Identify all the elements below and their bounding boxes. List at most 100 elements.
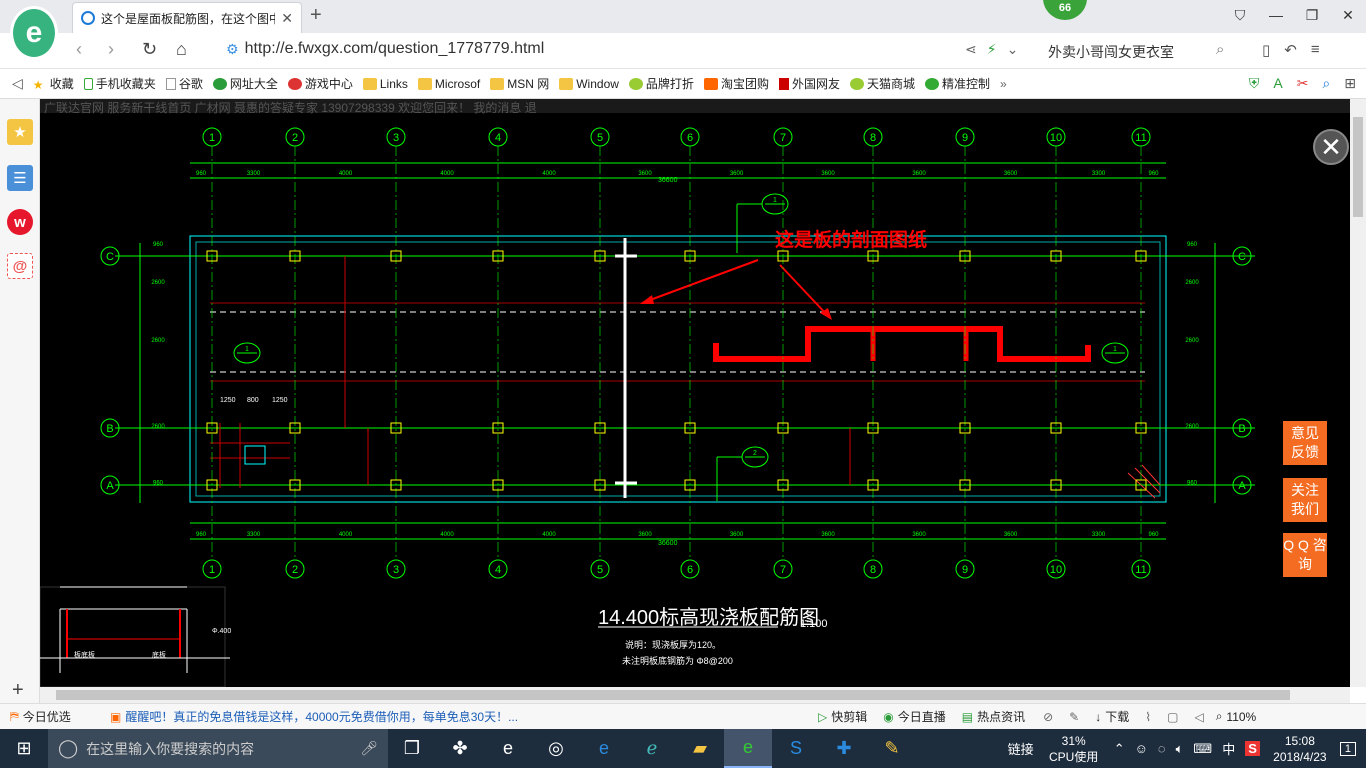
bookmark-item[interactable]: Microsof <box>417 77 480 91</box>
vertical-scrollbar[interactable] <box>1350 99 1366 687</box>
list-icon[interactable]: ☰ <box>7 165 33 191</box>
badge-counter[interactable]: 66 <box>1043 0 1087 20</box>
feedback-button[interactable]: 意见 反馈 <box>1283 421 1327 465</box>
minimize-icon[interactable]: — <box>1258 0 1294 30</box>
bookmark-item[interactable]: 天猫商城 <box>849 75 915 92</box>
search-input[interactable]: 外卖小哥闯女更衣室 <box>1048 42 1174 62</box>
sogou-icon[interactable]: S <box>772 729 820 768</box>
windows-start-button[interactable]: ⊞ <box>0 729 48 768</box>
status-item-download[interactable]: ↓ 下载 <box>1095 708 1129 725</box>
translate-icon[interactable]: A <box>1273 75 1282 92</box>
taskbar-search[interactable]: ◯ 在这里输入你要搜索的内容 🎤︎ <box>48 729 388 768</box>
mic-icon[interactable]: 🎤︎ <box>360 740 378 757</box>
site-settings-icon[interactable]: ⚙ <box>226 41 239 58</box>
wifi-icon[interactable]: ◌ <box>1158 741 1166 756</box>
news-ticker[interactable]: ▣ 醒醒吧！真正的免息借钱是这样，40000元免费借你用，每单免息30天！... <box>110 708 810 725</box>
qq-consult-button[interactable]: Q Q 咨询 <box>1283 533 1327 577</box>
grid-number-top: 9 <box>962 132 968 144</box>
tray-links[interactable]: 链接 <box>1008 739 1034 758</box>
follow-us-button[interactable]: 关注 我们 <box>1283 478 1327 522</box>
search-tool-icon[interactable]: ⌕ <box>1322 75 1330 92</box>
lightning-icon[interactable]: ⚡ <box>987 41 997 58</box>
back-icon[interactable]: ‹ <box>76 39 82 60</box>
mail-icon[interactable]: @ <box>7 253 33 279</box>
bookmark-toggle-icon[interactable]: ◁ <box>12 75 23 92</box>
tab-active[interactable]: 这个是屋面板配筋图，在这个图中 ✕ <box>72 2 302 33</box>
bookmark-item[interactable]: ★ 收藏 <box>33 75 74 92</box>
ime-lang[interactable]: 中 <box>1222 739 1235 758</box>
bookmark-item[interactable]: 手机收藏夹 <box>83 75 156 92</box>
lightbox-close-button[interactable]: ✕ <box>1313 129 1349 165</box>
horizontal-scrollbar[interactable] <box>40 687 1350 703</box>
refresh-icon[interactable]: ↻ <box>142 39 157 60</box>
home-icon[interactable]: ⌂ <box>176 39 187 60</box>
edge-icon[interactable]: e <box>484 729 532 768</box>
chevron-down-icon[interactable]: ⌄ <box>1007 41 1019 58</box>
new-tab-icon[interactable]: + <box>310 4 322 27</box>
brush-icon[interactable]: ⌇ <box>1145 710 1151 724</box>
add-sidebar-icon[interactable]: + <box>12 679 24 702</box>
window-close-icon[interactable]: ✕ <box>1330 0 1366 30</box>
favorites-icon[interactable]: ★ <box>7 119 33 145</box>
top-dimension: 3600 <box>638 171 652 177</box>
bookmark-item[interactable]: Links <box>362 77 408 91</box>
undo-icon[interactable]: ↶ <box>1284 41 1297 59</box>
people-icon[interactable]: ☺ <box>1135 741 1148 756</box>
shirt-icon[interactable]: ⛉ <box>1222 0 1258 30</box>
search-icon[interactable]: ⌕ <box>1216 41 1224 58</box>
fan-app-icon[interactable]: ✤ <box>436 729 484 768</box>
bookmark-item[interactable]: 网址大全 <box>212 75 278 92</box>
sogou-ime-icon[interactable]: S <box>1245 741 1260 756</box>
tab-close-icon[interactable]: ✕ <box>281 10 293 27</box>
task-view-icon[interactable]: ❐ <box>388 729 436 768</box>
share-icon[interactable]: ⋖ <box>965 41 977 58</box>
compass-icon[interactable]: ⊘ <box>1043 710 1053 724</box>
zoom-level[interactable]: ⌕ 110% <box>1216 709 1257 724</box>
local-dim-1: 1250 <box>220 397 236 404</box>
keyboard-icon[interactable]: ⌨ <box>1193 741 1212 757</box>
ie-blue-icon[interactable]: ℯ <box>628 729 676 768</box>
url-field[interactable]: ⚙ http://e.fwxgx.com/question_1778779.ht… <box>226 40 544 58</box>
grid-icon[interactable]: ⊞ <box>1344 75 1356 92</box>
volume-icon[interactable]: 🔈︎ <box>1176 741 1184 757</box>
vertical-scroll-thumb[interactable] <box>1353 117 1363 217</box>
cpu-meter[interactable]: 31% CPU使用 <box>1044 733 1104 765</box>
ie-icon[interactable]: e <box>580 729 628 768</box>
more-bookmarks-icon[interactable]: » <box>1000 77 1007 91</box>
window-icon[interactable]: ▢ <box>1167 710 1178 724</box>
weibo-icon[interactable]: w <box>7 209 33 235</box>
status-item-live[interactable]: ◉ 今日直播 <box>883 708 946 725</box>
speaker-icon[interactable]: ◁ <box>1194 710 1203 724</box>
browser-taskbar-icon[interactable]: e <box>724 729 772 768</box>
grid-number-bottom: 2 <box>292 564 298 576</box>
forward-icon[interactable]: › <box>108 39 114 60</box>
bookmark-item[interactable]: 品牌打折 <box>628 75 694 92</box>
bookmark-item[interactable]: 外国网友 <box>778 75 840 92</box>
notes-app-icon[interactable]: ✎ <box>868 729 916 768</box>
scissors-icon[interactable]: ✂ <box>1297 75 1309 92</box>
browser-logo-icon[interactable]: e <box>10 6 58 60</box>
folder-icon[interactable]: ▰ <box>676 729 724 768</box>
bookmark-item[interactable]: 淘宝团购 <box>703 75 769 92</box>
menu-icon[interactable]: ≡ <box>1311 41 1320 59</box>
bookmark-item[interactable]: 游戏中心 <box>287 75 353 92</box>
status-item-news[interactable]: ▤ 热点资讯 <box>962 708 1025 725</box>
status-bar: ⛿ 今日优选 ▣ 醒醒吧！真正的免息借钱是这样，40000元免费借你用，每单免息30… <box>0 703 1366 729</box>
bookmark-item[interactable]: MSN 网 <box>490 75 549 92</box>
notification-icon[interactable]: 1 <box>1339 741 1356 756</box>
horizontal-scroll-thumb[interactable] <box>56 690 1290 700</box>
tray-up-icon[interactable]: ⌃ <box>1114 741 1125 757</box>
swirl-app-icon[interactable]: ◎ <box>532 729 580 768</box>
today-picks[interactable]: ⛿ 今日优选 <box>0 708 110 725</box>
pen-icon[interactable]: ✎ <box>1069 710 1079 724</box>
status-item-clip[interactable]: ▷ 快剪辑 <box>818 708 867 725</box>
live-icon: ◉ <box>883 709 894 724</box>
bookmark-item[interactable]: 谷歌 <box>165 75 203 92</box>
shield-icon[interactable]: ⛨ <box>1249 75 1260 92</box>
restore-icon[interactable]: ❐ <box>1294 0 1330 30</box>
bookmark-item[interactable]: Window <box>559 77 619 91</box>
clock[interactable]: 15:08 2018/4/23 <box>1270 733 1330 765</box>
phone-icon[interactable]: ▯ <box>1262 41 1270 59</box>
move-app-icon[interactable]: ✚ <box>820 729 868 768</box>
bookmark-item[interactable]: 精准控制 <box>924 75 990 92</box>
